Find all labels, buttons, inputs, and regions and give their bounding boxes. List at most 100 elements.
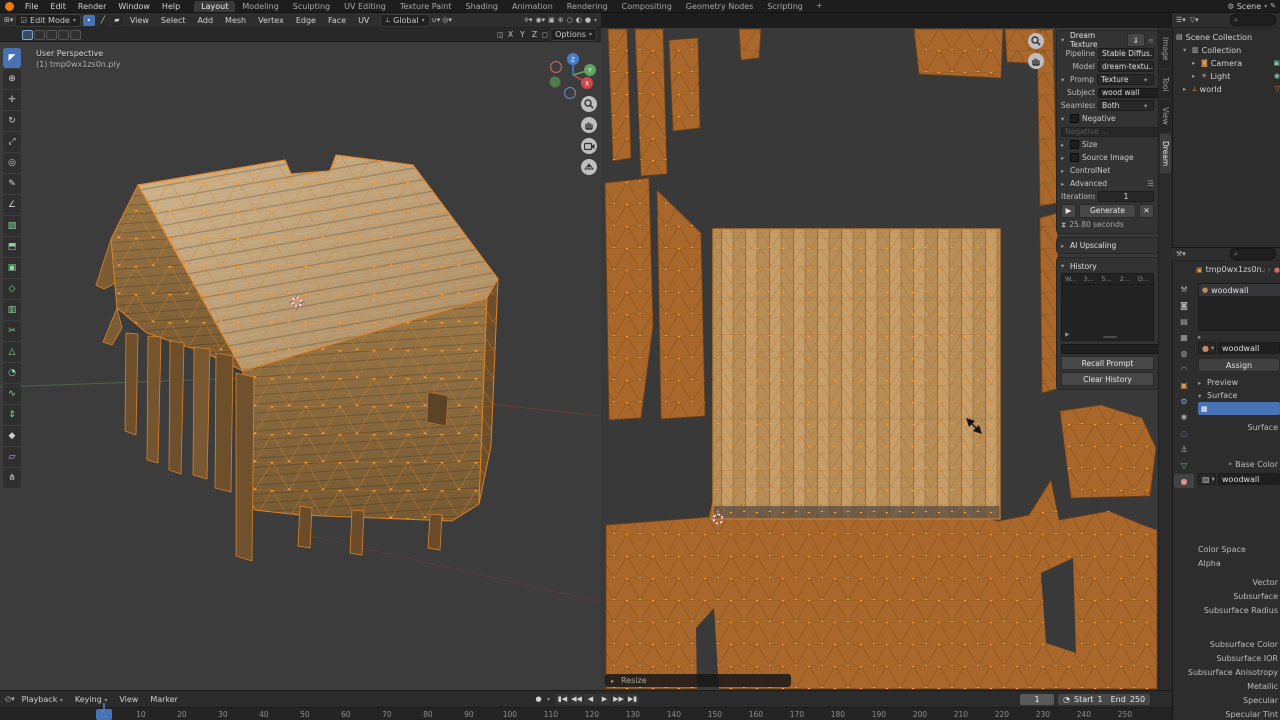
- pan-hand-icon[interactable]: [1028, 53, 1044, 69]
- scrollbar[interactable]: [1103, 336, 1117, 338]
- tab-render-icon[interactable]: ◙: [1174, 298, 1194, 312]
- vertex-select-icon[interactable]: ∙: [83, 15, 95, 26]
- mirror-z-toggle[interactable]: Z: [529, 30, 539, 39]
- tab-material-icon[interactable]: ●: [1174, 474, 1194, 488]
- shear-tool-icon[interactable]: ▱: [3, 447, 21, 467]
- outliner-item-world[interactable]: ▸ ⟂ world ▽: [1176, 83, 1280, 96]
- collapse-arrow-icon[interactable]: ▾: [1061, 76, 1067, 84]
- pan-hand-icon[interactable]: [581, 117, 597, 133]
- tab-texture-paint[interactable]: Texture Paint: [393, 1, 459, 12]
- poly-build-tool-icon[interactable]: △: [3, 342, 21, 362]
- filter-icon[interactable]: ▽▾: [1190, 16, 1199, 24]
- scene-selector[interactable]: ◍ Scene ▾ ✎: [1228, 2, 1280, 11]
- zoom-icon[interactable]: [581, 96, 597, 112]
- expand-arrow-icon[interactable]: ▸: [1198, 379, 1204, 387]
- seamless-dropdown[interactable]: Both▾: [1098, 100, 1154, 111]
- render-visibility-icon[interactable]: ◉: [1274, 70, 1280, 83]
- navigation-gizmo[interactable]: Z Y X: [548, 50, 598, 100]
- tab-uv-editing[interactable]: UV Editing: [337, 1, 393, 12]
- tab-view[interactable]: View: [1160, 100, 1171, 132]
- presets-icon[interactable]: ☰: [1147, 179, 1154, 188]
- gizmo-neg-y-ball[interactable]: [550, 77, 561, 88]
- perspective-toggle-icon[interactable]: [581, 159, 597, 175]
- menu-view[interactable]: View: [125, 16, 154, 25]
- image-name-field[interactable]: woodwall: [1218, 473, 1280, 485]
- mirror-x-toggle[interactable]: X: [505, 30, 515, 39]
- tab-modifiers-icon[interactable]: ⚙: [1174, 394, 1194, 408]
- menu-keying[interactable]: Keying ▾: [70, 695, 112, 704]
- snap-magnet-icon[interactable]: ∪▾: [432, 16, 441, 24]
- tab-scripting[interactable]: Scripting: [760, 1, 810, 12]
- collapse-arrow-icon[interactable]: ▾: [1061, 36, 1067, 44]
- specials-menu-icon[interactable]: ▸: [1198, 333, 1204, 341]
- menu-render[interactable]: Render: [72, 2, 112, 11]
- tab-tool-icon[interactable]: ⚒: [1174, 282, 1194, 296]
- tab-data-icon[interactable]: ▽: [1174, 458, 1194, 472]
- bevel-tool-icon[interactable]: ◇: [3, 279, 21, 299]
- collapse-arrow-icon[interactable]: ▾: [1061, 115, 1067, 123]
- scale-tool-icon[interactable]: ⤢: [3, 132, 21, 152]
- tab-modeling[interactable]: Modeling: [235, 1, 285, 12]
- operator-redo-panel[interactable]: ▸ Resize: [605, 674, 791, 687]
- tab-image[interactable]: Image: [1160, 30, 1171, 68]
- gizmo-neg-z-ball[interactable]: [565, 88, 576, 99]
- edge-slide-tool-icon[interactable]: ⇕: [3, 405, 21, 425]
- generate-button[interactable]: Generate: [1079, 204, 1136, 218]
- stopwatch-icon[interactable]: ◔: [1063, 695, 1070, 704]
- blender-logo-icon[interactable]: [5, 2, 14, 11]
- render-visibility-icon[interactable]: ▣: [1273, 57, 1280, 70]
- knife-tool-icon[interactable]: ✂: [3, 321, 21, 341]
- select-box-tool-icon[interactable]: ◤: [3, 48, 21, 68]
- tab-rendering[interactable]: Rendering: [560, 1, 615, 12]
- orientation-dropdown[interactable]: ⟂ Global ▾: [380, 14, 429, 27]
- start-frame-field[interactable]: 1: [1098, 695, 1103, 704]
- tab-dream[interactable]: Dream: [1160, 134, 1171, 173]
- expand-arrow-icon[interactable]: ▸: [1061, 154, 1067, 162]
- extrude-region-tool-icon[interactable]: ⬒: [3, 237, 21, 257]
- outliner-item-camera[interactable]: ▸ ◙ Camera ▣: [1176, 57, 1280, 70]
- viewport-canvas[interactable]: User Perspective (1) tmp0wx1zs0n.ply Z Y…: [0, 42, 601, 690]
- tab-animation[interactable]: Animation: [505, 1, 560, 12]
- move-tool-icon[interactable]: ✛: [3, 90, 21, 110]
- select-mode-set-icon[interactable]: [22, 30, 33, 40]
- tab-physics-icon[interactable]: ◌: [1174, 426, 1194, 440]
- history-search-input[interactable]: [1061, 344, 1166, 354]
- menu-select[interactable]: Select: [156, 16, 191, 25]
- shading-wireframe-icon[interactable]: ⊕: [558, 16, 564, 24]
- zoom-icon[interactable]: [1028, 33, 1044, 49]
- tab-particles-icon[interactable]: ✱: [1174, 410, 1194, 424]
- select-mode-invert-icon[interactable]: [58, 30, 69, 40]
- clear-history-button[interactable]: Clear History: [1061, 372, 1154, 386]
- history-col[interactable]: 3...: [1080, 275, 1098, 283]
- history-col[interactable]: 2...: [1117, 275, 1135, 283]
- outliner-item-scene-collection[interactable]: ▤ Scene Collection: [1176, 31, 1280, 44]
- material-name-field[interactable]: woodwall: [1218, 342, 1280, 354]
- playhead[interactable]: [103, 703, 105, 720]
- tab-object-icon[interactable]: ▣: [1174, 378, 1194, 392]
- gizmo-neg-x-ball[interactable]: [551, 62, 562, 73]
- prev-keyframe-button[interactable]: ◀◀: [570, 694, 583, 705]
- annotate-tool-icon[interactable]: ✎: [3, 174, 21, 194]
- select-mode-extend-icon[interactable]: [34, 30, 45, 40]
- shading-material-icon[interactable]: ◐: [576, 16, 582, 24]
- jump-to-end-button[interactable]: ▶▮: [626, 694, 639, 705]
- mirror-icon[interactable]: ◫: [497, 31, 504, 39]
- next-keyframe-button[interactable]: ▶▶: [612, 694, 625, 705]
- outliner-item-collection[interactable]: ▾ ▥ Collection: [1176, 44, 1280, 57]
- shrink-fatten-tool-icon[interactable]: ◆: [3, 426, 21, 446]
- collapse-arrow-icon[interactable]: ▾: [1198, 392, 1204, 400]
- tab-shading[interactable]: Shading: [458, 1, 505, 12]
- overlays-icon[interactable]: ◉▾: [536, 16, 546, 24]
- menu-file[interactable]: File: [19, 2, 44, 11]
- material-slot-row[interactable]: ● woodwall: [1199, 284, 1280, 296]
- editor-type-icon[interactable]: ⊞▾: [4, 16, 13, 24]
- breadcrumb-object-name[interactable]: tmp0wx1zs0n.ply: [1206, 265, 1265, 274]
- active-node-row[interactable]: ▦: [1198, 402, 1280, 415]
- filter-toggle-icon[interactable]: ▶: [1065, 331, 1070, 338]
- play-icon[interactable]: ▶: [1061, 204, 1076, 218]
- proportional-edit-icon[interactable]: ◎▾: [442, 16, 452, 24]
- menu-edge[interactable]: Edge: [291, 16, 321, 25]
- menu-view[interactable]: View: [114, 695, 143, 704]
- add-cube-tool-icon[interactable]: ▧: [3, 216, 21, 236]
- tab-layout[interactable]: Layout: [194, 1, 235, 12]
